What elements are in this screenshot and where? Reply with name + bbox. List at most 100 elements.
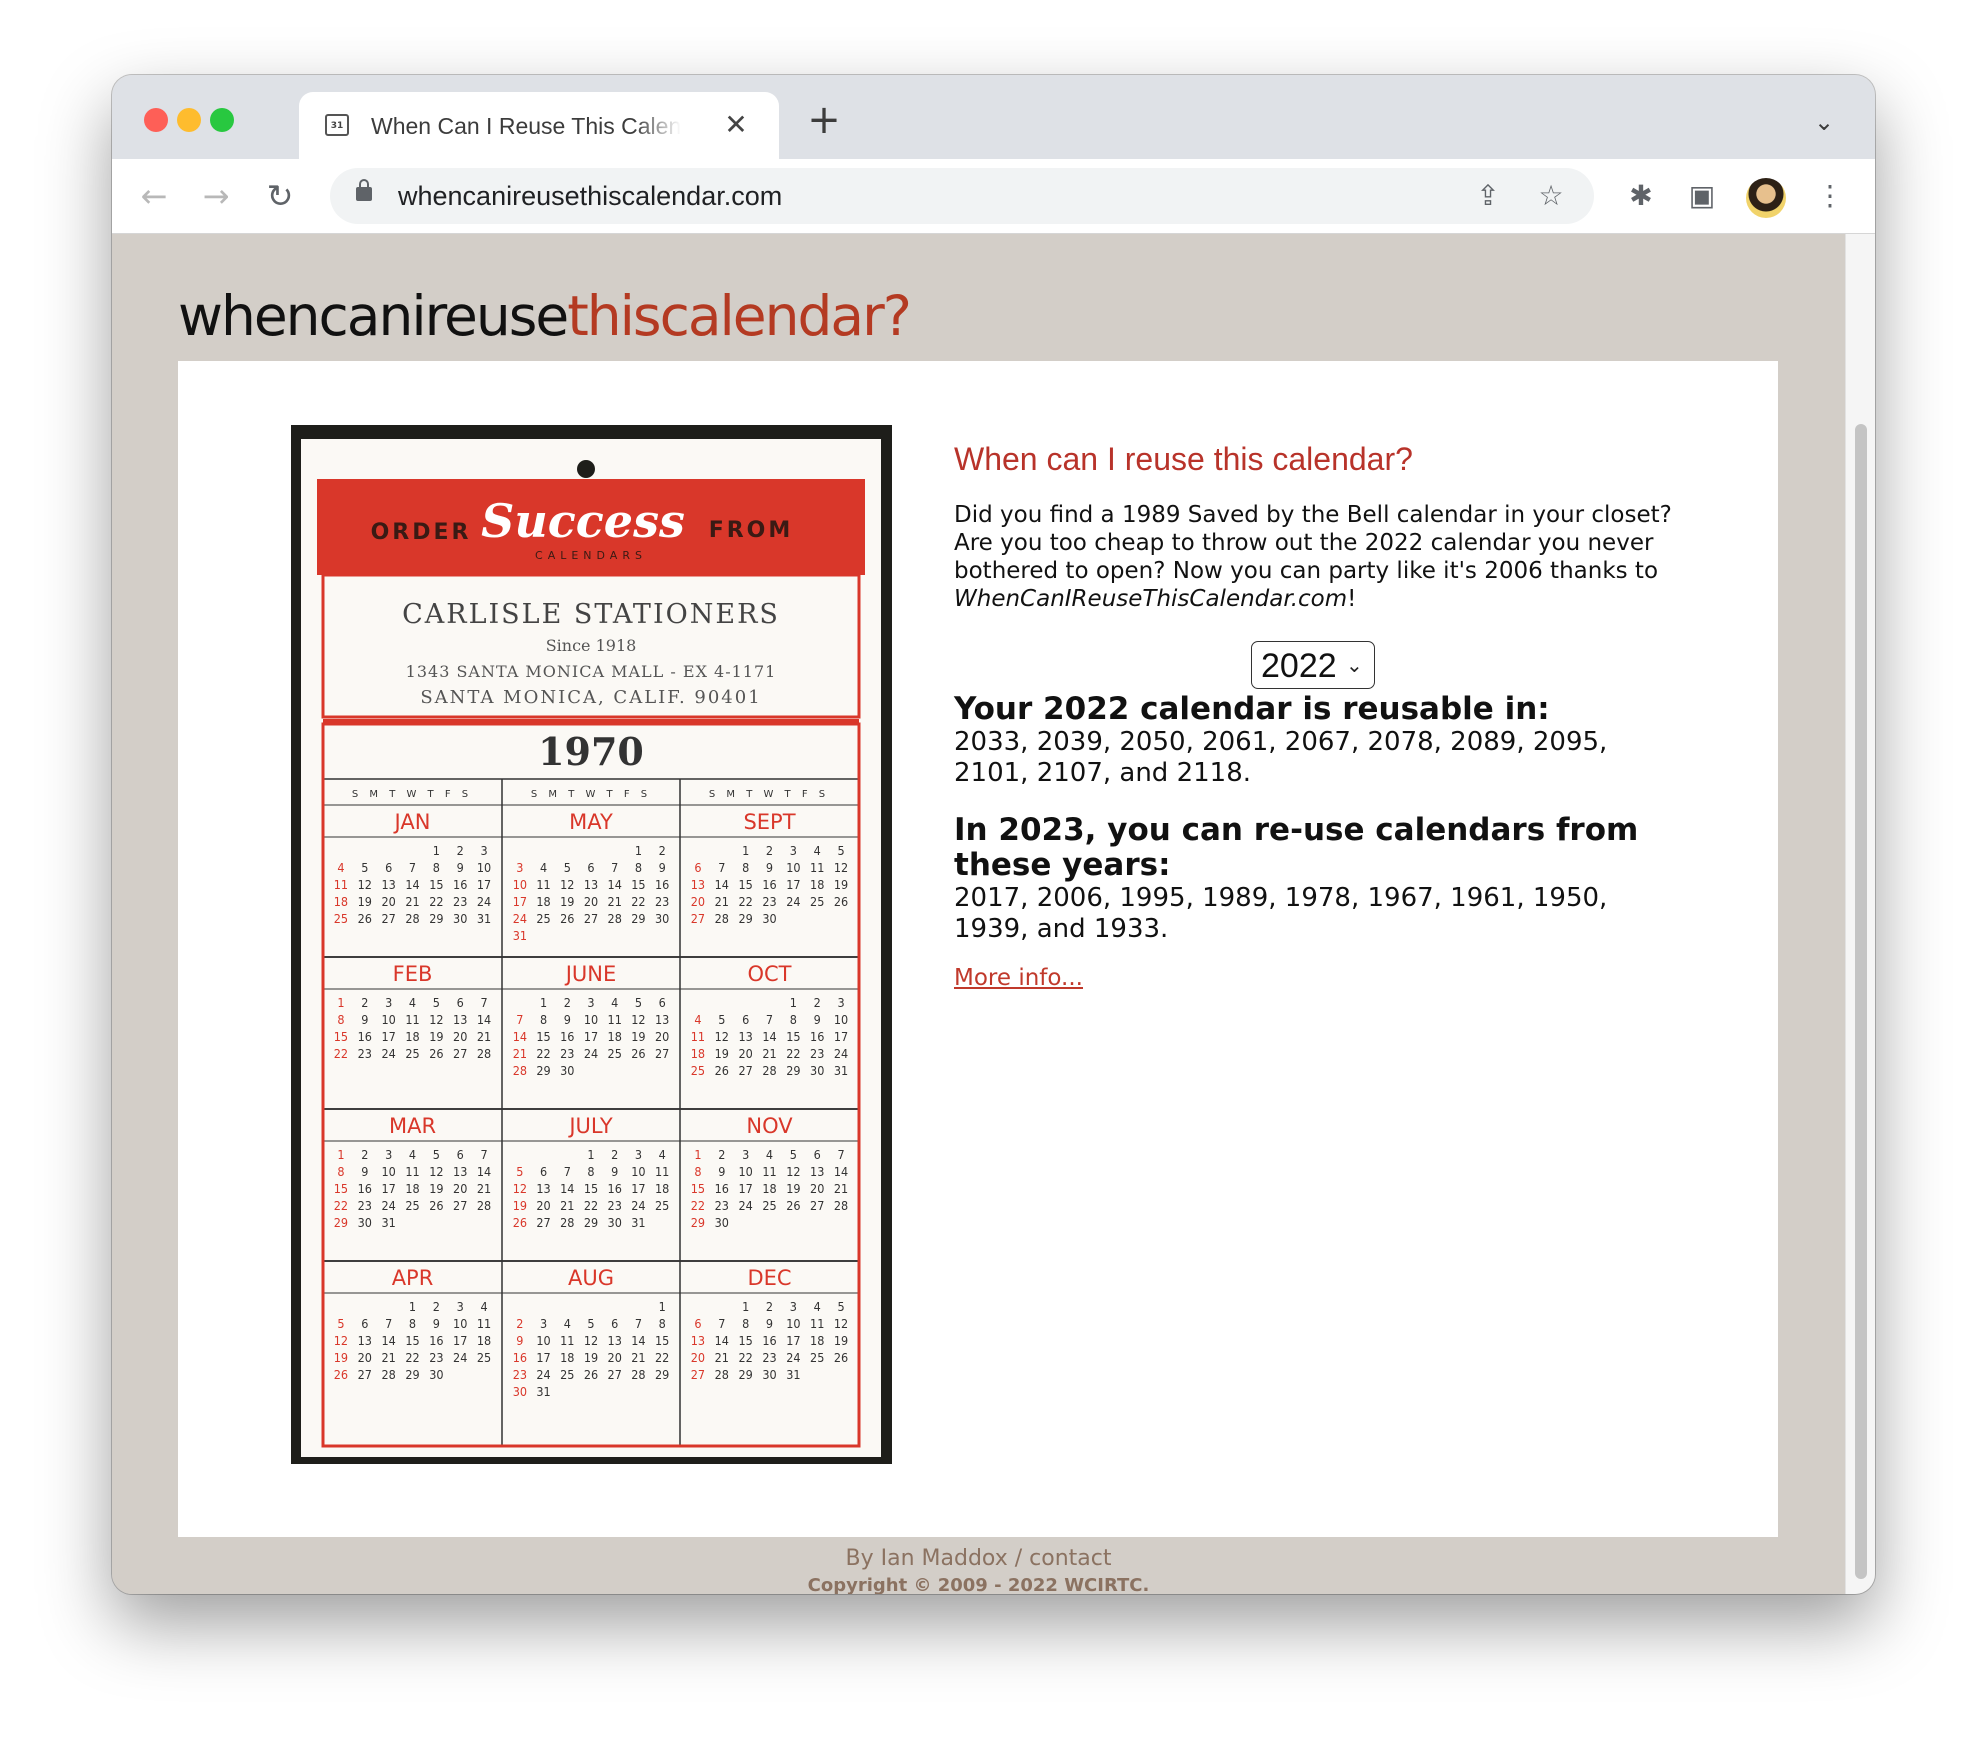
close-window-button[interactable] xyxy=(144,108,168,132)
calendar-day: 29 xyxy=(738,1367,752,1382)
calendar-day: 25 xyxy=(762,1198,776,1213)
calendar-day: 13 xyxy=(453,1012,467,1027)
calendar-day: 13 xyxy=(738,1029,752,1044)
minimize-window-button[interactable] xyxy=(177,108,201,132)
calendar-day: 11 xyxy=(655,1164,669,1179)
tab-bar: 31 When Can I Reuse This Calendar ✕ + ⌄ xyxy=(112,75,1875,159)
calendar-day: 21 xyxy=(631,1350,645,1365)
calendar-day: 10 xyxy=(536,1333,550,1348)
calendar-day: 14 xyxy=(834,1164,848,1179)
calendar-day: 5 xyxy=(837,1299,844,1314)
year-select[interactable]: 2022 ⌄ xyxy=(1251,641,1375,689)
calendar-day: 10 xyxy=(786,1316,800,1331)
calendar-day: 15 xyxy=(655,1333,669,1348)
calendar-day: 28 xyxy=(477,1198,491,1213)
calendar-day: 5 xyxy=(837,843,844,858)
calendar-day: 22 xyxy=(786,1046,800,1061)
calendar-day: 2 xyxy=(564,995,571,1010)
lock-icon xyxy=(356,179,372,201)
calendar-day: 27 xyxy=(453,1198,467,1213)
calendar-day: 30 xyxy=(513,1384,527,1399)
calendar-day: 26 xyxy=(429,1046,443,1061)
calendar-day: 27 xyxy=(691,911,705,926)
profile-avatar[interactable] xyxy=(1746,178,1786,218)
month-name: OCT xyxy=(747,962,791,986)
maximize-window-button[interactable] xyxy=(210,108,234,132)
calendar-day: 19 xyxy=(631,1029,645,1044)
tab-search-chevron-icon[interactable]: ⌄ xyxy=(1807,105,1841,139)
calendar-day: 15 xyxy=(786,1029,800,1044)
side-panel-icon[interactable]: ▣ xyxy=(1684,178,1720,214)
url-text[interactable]: whencanireusethiscalendar.com xyxy=(398,180,782,212)
calendar-day: 7 xyxy=(516,1012,523,1027)
calendar-day: 11 xyxy=(334,877,348,892)
calendar-day: 4 xyxy=(659,1147,666,1162)
reuse-from-years: 2017, 2006, 1995, 1989, 1978, 1967, 1961… xyxy=(954,883,1608,944)
calendar-day: 12 xyxy=(429,1012,443,1027)
calendar-day: 17 xyxy=(453,1333,467,1348)
calendar-day: 16 xyxy=(358,1181,372,1196)
calendar-day: 1 xyxy=(540,995,547,1010)
scrollbar-thumb[interactable] xyxy=(1855,424,1867,1579)
calendar-day: 3 xyxy=(790,1299,797,1314)
calendar-day: 13 xyxy=(358,1333,372,1348)
calendar-day: 3 xyxy=(540,1316,547,1331)
calendar-day: 10 xyxy=(738,1164,752,1179)
intro-text-2: ! xyxy=(1347,586,1357,612)
calendar-day: 24 xyxy=(786,894,800,909)
share-icon[interactable]: ⇪ xyxy=(1470,178,1506,214)
calendar-day: 6 xyxy=(361,1316,368,1331)
address-bar[interactable]: whencanireusethiscalendar.com ⇪ ☆ xyxy=(330,168,1594,224)
calendar-day: 25 xyxy=(810,1350,824,1365)
calendar-day: 7 xyxy=(480,995,487,1010)
calendar-day: 11 xyxy=(477,1316,491,1331)
site-logo[interactable]: whencanireusethiscalendar? xyxy=(178,281,912,351)
calendar-day: 28 xyxy=(715,1367,729,1382)
brand-subtitle: CALENDARS xyxy=(535,549,647,562)
calendar-day: 27 xyxy=(608,1367,622,1382)
footer-byline[interactable]: By Ian Maddox / contact xyxy=(112,1544,1845,1574)
more-info-link[interactable]: More info... xyxy=(954,963,1083,993)
calendar-day: 25 xyxy=(405,1198,419,1213)
intro-text-1: Did you find a 1989 Saved by the Bell ca… xyxy=(954,502,1672,584)
calendar-day: 23 xyxy=(513,1367,527,1382)
calendar-day: 27 xyxy=(358,1367,372,1382)
calendar-day: 5 xyxy=(433,995,440,1010)
calendar-day: 22 xyxy=(738,1350,752,1365)
forward-arrow-icon[interactable]: → xyxy=(196,176,236,216)
tab-close-icon[interactable]: ✕ xyxy=(719,108,753,142)
calendar-day: 10 xyxy=(513,877,527,892)
calendar-day: 19 xyxy=(358,894,372,909)
calendar-day: 20 xyxy=(738,1046,752,1061)
vertical-scrollbar[interactable] xyxy=(1845,234,1875,1594)
calendar-day: 27 xyxy=(584,911,598,926)
calendar-day: 12 xyxy=(786,1164,800,1179)
calendar-day: 4 xyxy=(611,995,618,1010)
new-tab-button[interactable]: + xyxy=(802,98,846,142)
extensions-puzzle-icon[interactable]: ✱ xyxy=(1623,178,1659,214)
calendar-day: 26 xyxy=(834,894,848,909)
back-arrow-icon[interactable]: ← xyxy=(134,176,174,216)
browser-tab[interactable]: 31 When Can I Reuse This Calendar ✕ xyxy=(299,92,779,159)
calendar-day: 7 xyxy=(480,1147,487,1162)
calendar-day: 7 xyxy=(385,1316,392,1331)
reload-icon[interactable]: ↻ xyxy=(260,176,300,216)
calendar-day: 1 xyxy=(337,995,344,1010)
calendar-day: 16 xyxy=(655,877,669,892)
calendar-day: 14 xyxy=(477,1164,491,1179)
month-name: JULY xyxy=(567,1114,612,1138)
calendar-day: 5 xyxy=(718,1012,725,1027)
calendar-day: 25 xyxy=(560,1367,574,1382)
calendar-day: 7 xyxy=(837,1147,844,1162)
logo-part-2: thiscalendar? xyxy=(567,284,912,348)
calendar-day: 22 xyxy=(334,1198,348,1213)
calendar-day: 13 xyxy=(453,1164,467,1179)
calendar-day: 3 xyxy=(635,1147,642,1162)
bookmark-star-icon[interactable]: ☆ xyxy=(1533,178,1569,214)
calendar-day: 9 xyxy=(611,1164,618,1179)
calendar-day: 19 xyxy=(334,1350,348,1365)
browser-menu-icon[interactable]: ⋮ xyxy=(1812,178,1848,214)
calendar-day: 5 xyxy=(361,860,368,875)
calendar-day: 10 xyxy=(584,1012,598,1027)
calendar-day: 19 xyxy=(513,1198,527,1213)
